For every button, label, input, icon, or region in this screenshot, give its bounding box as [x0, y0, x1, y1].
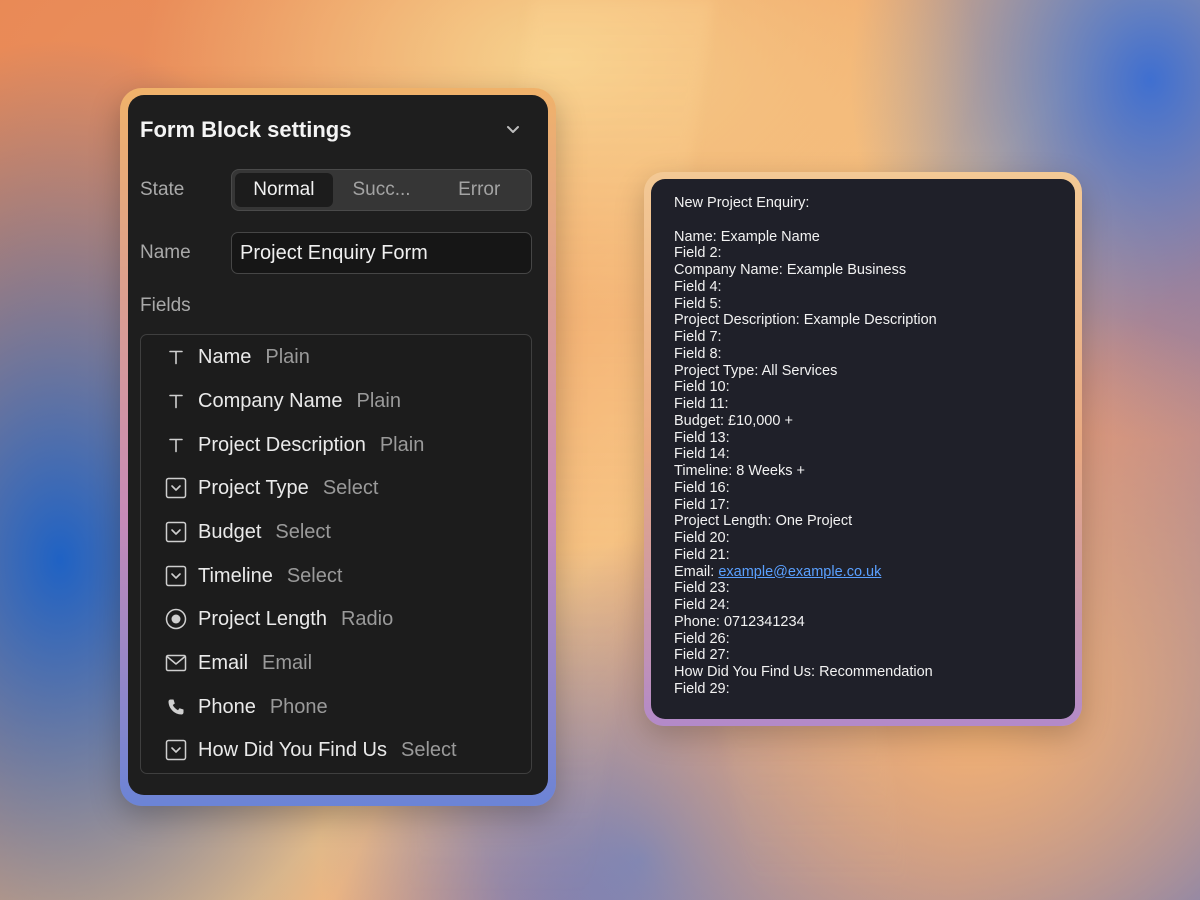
preview-line: Field 7:: [674, 329, 722, 345]
form-block-settings-panel: Form Block settings State Normal Succ...…: [128, 95, 548, 795]
mail-icon: [165, 652, 187, 674]
field-item-timeline[interactable]: Timeline Select: [141, 556, 531, 596]
select-icon: [165, 565, 187, 587]
preview-line: Phone: 0712341234: [674, 613, 805, 630]
state-option-normal[interactable]: Normal: [235, 173, 333, 207]
field-type: Phone: [269, 695, 328, 718]
preview-spacer: [674, 212, 1052, 229]
field-item-company-name[interactable]: Company Name Plain: [141, 381, 531, 421]
field-item-name[interactable]: Name Plain: [141, 337, 531, 377]
preview-line: Field 23:: [674, 580, 730, 597]
field-type: Plain: [356, 389, 401, 412]
preview-email-line: Email: example@example.co.uk: [674, 564, 1052, 581]
email-link[interactable]: example@example.co.uk: [718, 564, 881, 580]
field-type: Select: [322, 476, 379, 499]
preview-line: Field 29:: [674, 680, 730, 697]
preview-line: Timeline: 8 Weeks +: [674, 463, 805, 479]
preview-line: Field 10:: [674, 379, 730, 396]
panel-title: Form Block settings: [140, 117, 352, 142]
field-name: Email: [198, 651, 249, 674]
state-segmented-control: Normal Succ... Error: [231, 169, 532, 211]
field-name: Phone: [198, 695, 256, 718]
field-name: Company Name: [198, 389, 343, 412]
field-item-phone[interactable]: Phone Phone: [141, 687, 531, 727]
preview-line: Field 20:: [674, 530, 730, 546]
field-name: Budget: [198, 520, 262, 543]
preview-line: Field 11:: [674, 396, 729, 412]
email-preview: New Project Enquiry: Name: Example Name …: [651, 179, 1075, 719]
phone-icon: [165, 696, 187, 718]
preview-line: Project Length: One Project: [674, 513, 853, 530]
chevron-down-icon[interactable]: [506, 123, 520, 137]
state-option-error[interactable]: Error: [430, 173, 528, 207]
field-type: Email: [262, 651, 313, 674]
select-icon: [165, 739, 187, 761]
preview-line: Field 21:: [674, 546, 730, 563]
preview-line: Field 17:: [674, 496, 730, 513]
field-item-project-length[interactable]: Project Length Radio: [141, 599, 531, 639]
preview-line: Field 14:: [674, 446, 730, 463]
preview-line: Field 4:: [674, 278, 722, 295]
select-icon: [165, 477, 187, 499]
fields-label: Fields: [140, 295, 191, 316]
field-item-budget[interactable]: Budget Select: [141, 512, 531, 552]
preview-line: Field 13:: [674, 429, 730, 446]
preview-line: Field 26:: [674, 630, 730, 647]
field-type: Select: [275, 520, 331, 543]
preview-line: Company Name: Example Business: [674, 262, 907, 278]
state-label: State: [140, 179, 185, 200]
preview-line: Project Type: All Services: [674, 362, 838, 379]
preview-heading: New Project Enquiry:: [674, 195, 810, 211]
preview-line: How Did You Find Us: Recommendation: [674, 664, 933, 680]
name-label: Name: [140, 242, 191, 263]
preview-email-label: Email:: [674, 563, 719, 580]
text-icon: [165, 434, 187, 456]
preview-line: Name: Example Name: [674, 228, 820, 245]
field-type: Select: [286, 564, 343, 587]
field-item-email[interactable]: Email Email: [141, 643, 531, 683]
field-name: Project Length: [198, 607, 327, 630]
preview-line: Field 24:: [674, 597, 730, 613]
preview-line: Field 5:: [674, 295, 722, 312]
text-icon: [165, 346, 187, 368]
field-type: Plain: [265, 345, 310, 368]
preview-line: Project Description: Example Description: [674, 312, 937, 329]
form-name-input[interactable]: [231, 232, 532, 274]
field-type: Select: [400, 738, 457, 761]
field-type: Radio: [340, 607, 394, 630]
preview-line: Budget: £10,000 +: [674, 412, 793, 429]
field-name: Name: [198, 345, 252, 368]
field-name: Project Type: [198, 476, 309, 499]
field-type: Plain: [379, 433, 425, 456]
radio-icon: [165, 608, 187, 630]
state-option-success[interactable]: Succ...: [333, 173, 431, 207]
text-icon: [165, 390, 187, 412]
preview-line: Field 8:: [674, 345, 722, 362]
preview-line: Field 2:: [674, 245, 722, 262]
field-item-project-type[interactable]: Project Type Select: [141, 468, 531, 508]
preview-line: Field 27:: [674, 647, 730, 664]
preview-line: Field 16:: [674, 479, 730, 496]
select-icon: [165, 521, 187, 543]
field-name: Timeline: [198, 564, 273, 587]
field-name: How Did You Find Us: [198, 738, 387, 761]
fields-list: Name Plain Company Name Plain Project Desc…: [140, 334, 532, 774]
field-name: Project Description: [198, 433, 366, 456]
field-item-project-description[interactable]: Project Description Plain: [141, 425, 531, 465]
field-item-how-did-you-find-us[interactable]: How Did You Find Us Select: [141, 730, 531, 770]
